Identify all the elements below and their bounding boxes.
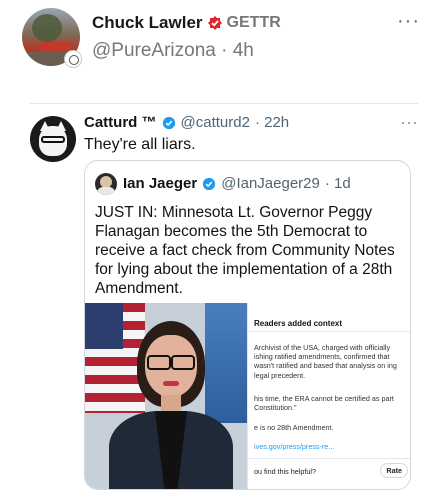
note-helpful-question: ou find this helpful? — [254, 467, 316, 476]
rate-button[interactable]: Rate — [380, 463, 408, 479]
cat-glasses — [41, 136, 65, 143]
tweet-author-handle[interactable]: @catturd2 — [181, 114, 250, 131]
portrait-lips — [163, 381, 179, 386]
quoted-text: JUST IN: Minnesota Lt. Governor Peggy Fl… — [95, 204, 395, 297]
author-name-row: Chuck Lawler GETTR — [92, 13, 281, 33]
community-note-panel: Readers added context Archivist of the U… — [247, 303, 410, 489]
author-name[interactable]: Chuck Lawler — [92, 13, 203, 33]
gettr-post-header: Chuck Lawler GETTR @PureArizona · 4h ··· — [0, 0, 440, 80]
tweet-avatar[interactable] — [30, 116, 76, 162]
quoted-author-handle[interactable]: @IanJaeger29 — [221, 175, 320, 192]
quoted-time: · 1d — [324, 175, 351, 192]
more-icon[interactable]: ··· — [397, 10, 420, 33]
quoted-avatar[interactable] — [95, 173, 117, 195]
note-title: Readers added context — [254, 319, 343, 328]
author-handle[interactable]: @PureArizona — [92, 40, 216, 61]
portrait-glasses — [147, 355, 195, 370]
avatar-tree — [32, 14, 62, 42]
note-paragraph: his time, the ERA cannot be certified as… — [254, 394, 394, 413]
quoted-author-name[interactable]: Ian Jaeger — [123, 175, 197, 192]
verified-badge-icon — [203, 177, 216, 190]
divider — [30, 103, 418, 104]
quoted-media[interactable]: Readers added context Archivist of the U… — [85, 303, 410, 489]
note-divider — [248, 458, 410, 459]
state-flag — [205, 303, 247, 423]
portrait-photo — [85, 303, 247, 489]
post-time: · 4h — [221, 40, 254, 61]
flag-canton — [85, 303, 123, 349]
tweet-time: · 22h — [254, 114, 290, 131]
note-source-link[interactable]: ives.gov/press/press-re... — [254, 442, 334, 451]
quoted-tweet[interactable]: Ian Jaeger @IanJaeger29 · 1d JUST IN: Mi… — [84, 160, 411, 490]
tweet-author-name[interactable]: Catturd ™ — [84, 114, 157, 131]
gettr-verified-icon — [207, 16, 222, 30]
tweet-text: They're all liars. — [84, 136, 196, 153]
avatar-badge-icon — [64, 50, 82, 68]
tweet-more-icon[interactable]: ··· — [400, 112, 418, 133]
tweet-author-row: Catturd ™ @catturd2 · 22h — [84, 114, 289, 131]
source-label: GETTR — [226, 14, 281, 31]
verified-badge-icon — [162, 116, 175, 129]
note-divider — [248, 331, 410, 332]
note-paragraph: Archivist of the USA, charged with offic… — [254, 343, 397, 380]
note-paragraph: e is no 28th Amendment. — [254, 423, 334, 432]
quoted-author-row: Ian Jaeger @IanJaeger29 · 1d — [123, 175, 351, 192]
author-handle-row: @PureArizona · 4h — [92, 40, 254, 62]
